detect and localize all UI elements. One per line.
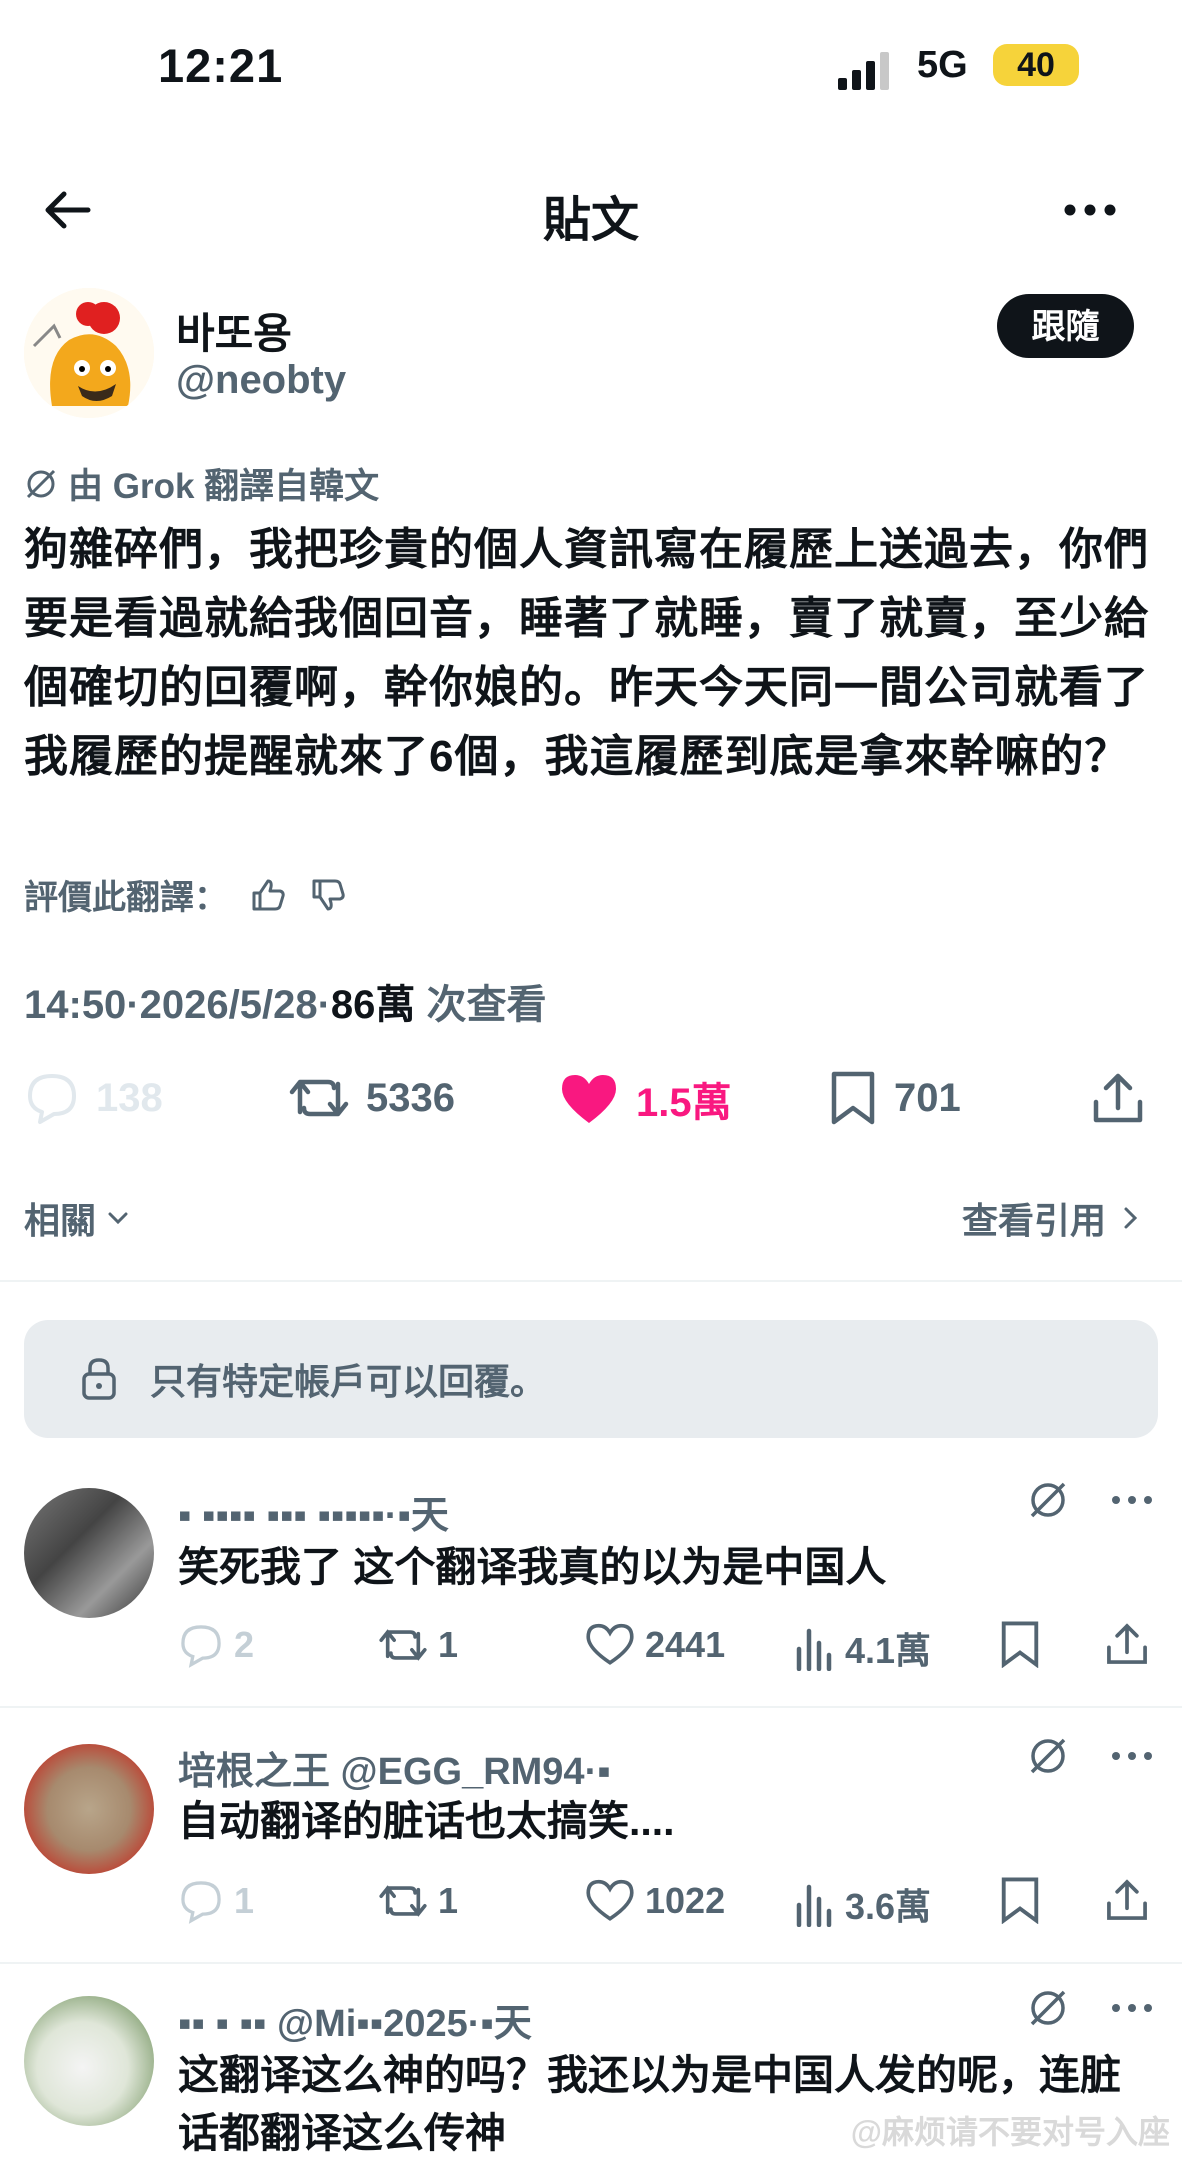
- related-label: 相關: [24, 1200, 97, 1241]
- status-time: 12:21: [158, 39, 284, 92]
- view-count: 86萬: [330, 983, 416, 1027]
- analytics-icon: [796, 1884, 832, 1927]
- chick-mascot-icon: [24, 288, 154, 418]
- reply-avatar[interactable]: [24, 1744, 154, 1874]
- grok-icon[interactable]: [1026, 1478, 1070, 1522]
- divider: [0, 1280, 1182, 1282]
- view-count: 3.6萬: [845, 1886, 932, 1927]
- share-icon: [1093, 1073, 1143, 1123]
- reply-count: 1: [234, 1880, 255, 1921]
- more-options-icon[interactable]: [1110, 1746, 1154, 1766]
- repost-icon: [379, 1629, 427, 1661]
- reply-header-icons: [1026, 1478, 1154, 1522]
- signal-icon: [838, 52, 889, 90]
- reply-icon: [181, 1881, 221, 1924]
- reply-text: 自动翻译的脏话也太搞笑....: [178, 1798, 675, 1844]
- view-count: 4.1萬: [845, 1630, 932, 1671]
- network-label: 5G: [917, 44, 968, 86]
- author-handle[interactable]: @neobty: [176, 358, 346, 403]
- reply-repost-action[interactable]: 1: [378, 1622, 458, 1668]
- reply-action[interactable]: 138: [24, 1070, 163, 1126]
- reply-like-action[interactable]: 1022: [585, 1878, 725, 1924]
- reply-avatar[interactable]: [24, 1996, 154, 2126]
- follow-button[interactable]: 跟隨: [997, 294, 1134, 358]
- reply-views-action[interactable]: 3.6萬: [795, 1878, 931, 1930]
- bookmark-count: 701: [894, 1075, 961, 1120]
- reply-header-icons: [1026, 1734, 1154, 1778]
- share-icon[interactable]: [1104, 1876, 1150, 1924]
- repost-icon: [289, 1079, 349, 1117]
- reply-restriction-banner: 只有特定帳戶可以回覆。: [24, 1320, 1158, 1438]
- reply-like-action[interactable]: 2441: [585, 1622, 725, 1668]
- view-label: 次查看: [426, 983, 547, 1027]
- reply-icon: [28, 1074, 76, 1124]
- repost-count: 1: [438, 1624, 459, 1665]
- share-icon[interactable]: [1104, 1620, 1150, 1668]
- view-quotes-link[interactable]: 查看引用: [962, 1192, 1142, 1244]
- reply-avatar[interactable]: [24, 1488, 154, 1618]
- reply-reply-action[interactable]: 2: [178, 1622, 254, 1668]
- like-action[interactable]: 1.5萬: [558, 1070, 732, 1128]
- reply-icon: [181, 1625, 221, 1668]
- translation-note[interactable]: 由 Grok 翻譯自韓文: [24, 458, 379, 509]
- like-count: 2441: [645, 1624, 726, 1665]
- quotes-label: 查看引用: [961, 1200, 1106, 1241]
- author-name[interactable]: 바또용: [176, 300, 292, 361]
- reply-count: 2: [234, 1624, 255, 1665]
- reply-text: 笑死我了 这个翻译我真的以为是中国人: [178, 1544, 887, 1590]
- rate-translation: 評價此翻譯：: [24, 870, 348, 919]
- repost-count: 5336: [366, 1075, 455, 1120]
- translation-note-text: 由 Grok 翻譯自韓文: [68, 467, 380, 506]
- post-text: 狗雜碎們，我把珍貴的個人資訊寫在履歷上送過去，你們要是看過就給我個回音，睡著了就…: [24, 525, 1149, 781]
- bookmark-icon[interactable]: [998, 1876, 1042, 1924]
- repost-count: 1: [438, 1880, 459, 1921]
- grok-icon[interactable]: [1026, 1734, 1070, 1778]
- divider: [0, 1962, 1182, 1964]
- like-count: 1022: [645, 1880, 726, 1921]
- analytics-icon: [796, 1628, 832, 1671]
- reply-header-icons: [1026, 1986, 1154, 2030]
- more-options-icon[interactable]: [1110, 1490, 1154, 1510]
- reply-count: 138: [96, 1075, 163, 1120]
- post-date: 2026/5/28: [139, 983, 318, 1027]
- reply-author[interactable]: ▪ ▪▪▪▪ ▪▪▪ ▪▪▪▪▪·▪天: [178, 1484, 449, 1539]
- like-count: 1.5萬: [636, 1081, 732, 1125]
- reply-reply-action[interactable]: 1: [178, 1878, 254, 1924]
- chevron-right-icon: [1124, 1207, 1138, 1229]
- post-meta: 14:50·2026/5/28·86萬 次查看: [24, 983, 547, 1027]
- reply-restriction-text: 只有特定帳戶可以回覆。: [150, 1361, 547, 1402]
- reply-views-action[interactable]: 4.1萬: [795, 1622, 931, 1674]
- watermark: @麻烦请不要对号入座: [850, 2114, 1170, 2150]
- more-options-icon[interactable]: [1060, 188, 1120, 232]
- heart-icon: [562, 1075, 616, 1123]
- reply-author[interactable]: 培根之王 @EGG_RM94·▪: [178, 1740, 611, 1795]
- divider: [0, 1706, 1182, 1708]
- related-toggle[interactable]: 相關: [24, 1192, 132, 1244]
- lock-icon: [82, 1358, 116, 1400]
- grok-icon: [26, 469, 56, 498]
- page-title: 貼文: [542, 194, 639, 247]
- post-time: 14:50: [24, 983, 127, 1027]
- rate-translation-label: 評價此翻譯：: [24, 879, 228, 917]
- heart-outline-icon: [586, 1623, 634, 1665]
- thumbs-down-icon[interactable]: [308, 875, 348, 915]
- battery-indicator: 40: [993, 44, 1079, 86]
- thumbs-up-icon[interactable]: [248, 875, 288, 915]
- reply-author[interactable]: ▪▪ ▪ ▪▪ @Mi▪▪2025·▪天: [178, 1992, 532, 2047]
- bookmark-icon[interactable]: [998, 1620, 1042, 1668]
- grok-icon[interactable]: [1026, 1986, 1070, 2030]
- repost-action[interactable]: 5336: [288, 1070, 455, 1126]
- more-options-icon[interactable]: [1110, 1998, 1154, 2018]
- bookmark-action[interactable]: 701: [828, 1070, 961, 1126]
- heart-outline-icon: [586, 1879, 634, 1921]
- author-avatar[interactable]: [24, 288, 154, 418]
- chevron-down-icon: [108, 1212, 128, 1225]
- repost-icon: [379, 1885, 427, 1917]
- bookmark-icon: [831, 1071, 875, 1125]
- share-action[interactable]: [1090, 1070, 1146, 1126]
- reply-repost-action[interactable]: 1: [378, 1878, 458, 1924]
